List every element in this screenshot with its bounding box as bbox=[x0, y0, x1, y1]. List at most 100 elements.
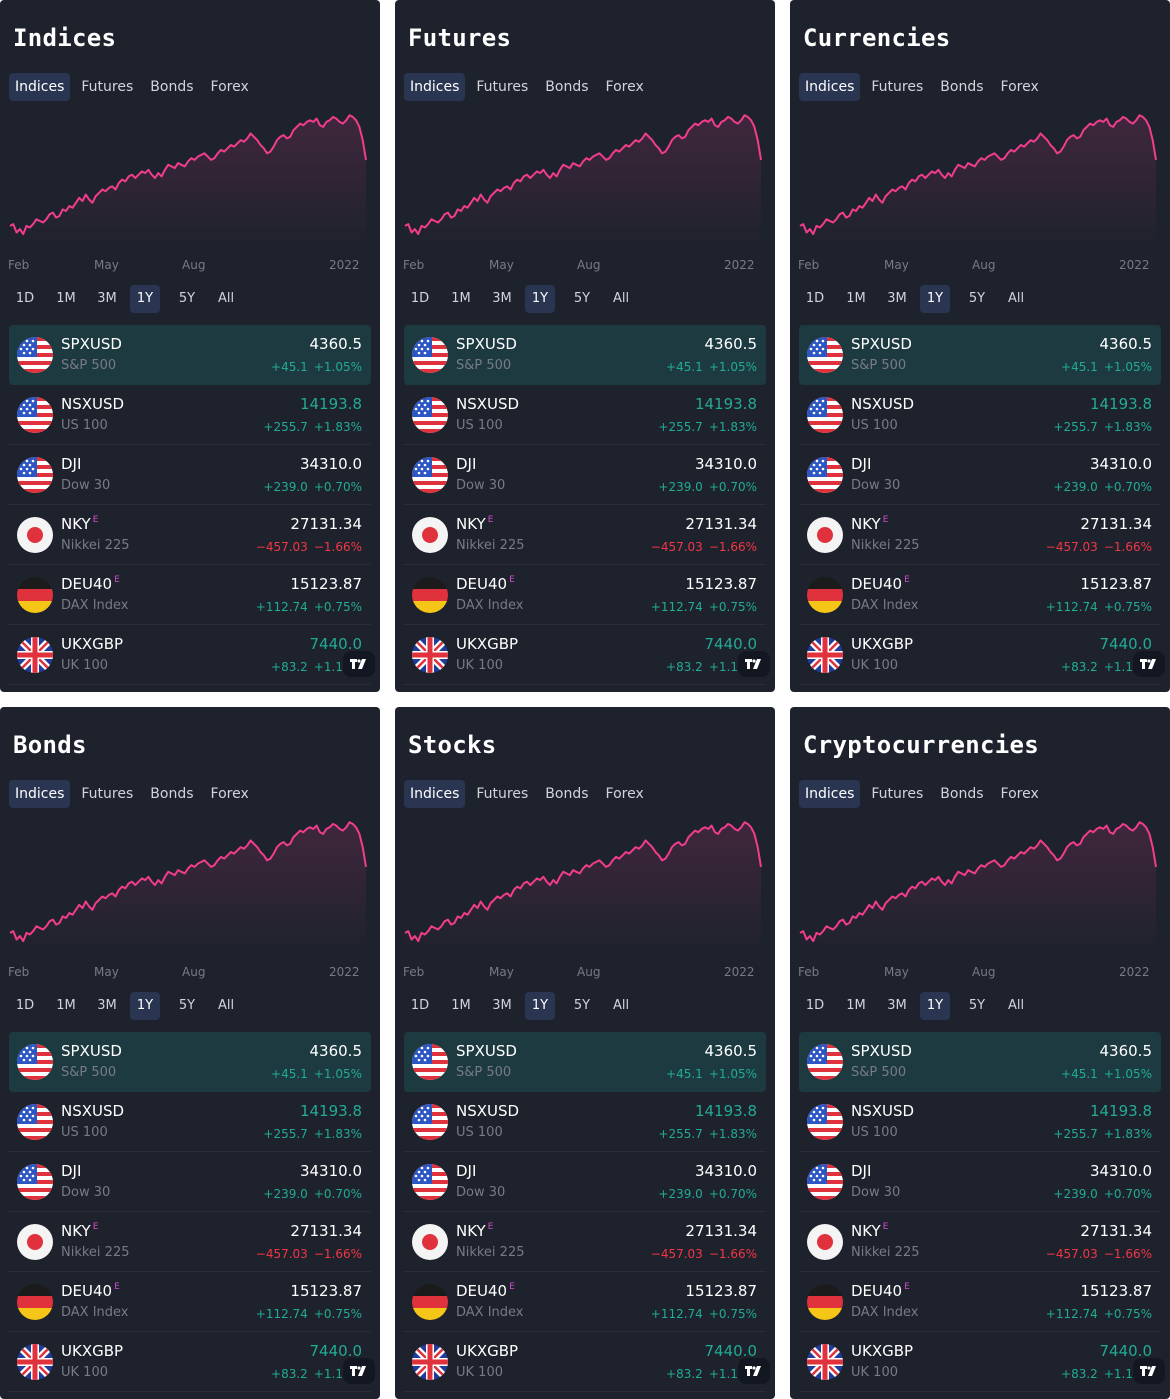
symbol-row-nsxusd[interactable]: NSXUSD US 100 14193.8 +255.7 +1.83% bbox=[9, 1092, 371, 1152]
range-5y-button[interactable]: 5Y bbox=[174, 992, 200, 1020]
symbol-row-nsxusd[interactable]: NSXUSD US 100 14193.8 +255.7 +1.83% bbox=[404, 385, 766, 445]
symbol-row-ukxgbp[interactable]: UKXGBP UK 100 7440.0 +83.2 +1.13% bbox=[9, 1332, 371, 1392]
range-3m-button[interactable]: 3M bbox=[489, 285, 515, 313]
tab-futures[interactable]: Futures bbox=[75, 780, 139, 808]
tab-futures[interactable]: Futures bbox=[470, 73, 534, 101]
symbol-row-nky[interactable]: NKY E Nikkei 225 27131.34 −457.03 −1.66% bbox=[404, 1212, 766, 1272]
tab-futures[interactable]: Futures bbox=[865, 73, 929, 101]
symbol-row-ukxgbp[interactable]: UKXGBP UK 100 7440.0 +83.2 +1.13% bbox=[9, 625, 371, 685]
symbol-row-deu40[interactable]: DEU40 E DAX Index 15123.87 +112.74 +0.75% bbox=[799, 565, 1161, 625]
tab-forex[interactable]: Forex bbox=[205, 780, 255, 808]
symbol-row-ukxgbp[interactable]: UKXGBP UK 100 7440.0 +83.2 +1.13% bbox=[404, 1332, 766, 1392]
tab-bonds[interactable]: Bonds bbox=[539, 73, 594, 101]
range-5y-button[interactable]: 5Y bbox=[569, 992, 595, 1020]
symbol-row-deu40[interactable]: DEU40 E DAX Index 15123.87 +112.74 +0.75% bbox=[9, 565, 371, 625]
symbol-row-dji[interactable]: DJI Dow 30 34310.0 +239.0 +0.70% bbox=[404, 1152, 766, 1212]
range-all-button[interactable]: All bbox=[609, 992, 633, 1020]
range-3m-button[interactable]: 3M bbox=[94, 285, 120, 313]
tab-indices[interactable]: Indices bbox=[9, 73, 71, 101]
range-1d-button[interactable]: 1D bbox=[803, 285, 827, 313]
tab-indices[interactable]: Indices bbox=[404, 73, 466, 101]
symbol-row-dji[interactable]: DJI Dow 30 34310.0 +239.0 +0.70% bbox=[799, 1152, 1161, 1212]
range-1y-button[interactable]: 1Y bbox=[920, 992, 950, 1020]
range-5y-button[interactable]: 5Y bbox=[964, 992, 990, 1020]
symbol-row-nky[interactable]: NKY E Nikkei 225 27131.34 −457.03 −1.66% bbox=[9, 505, 371, 565]
symbol-row-nky[interactable]: NKY E Nikkei 225 27131.34 −457.03 −1.66% bbox=[799, 505, 1161, 565]
range-1d-button[interactable]: 1D bbox=[13, 285, 37, 313]
symbol-row-dji[interactable]: DJI Dow 30 34310.0 +239.0 +0.70% bbox=[9, 445, 371, 505]
symbol-row-spxusd[interactable]: SPXUSD S&P 500 4360.5 +45.1 +1.05% bbox=[404, 325, 766, 385]
symbol-row-nsxusd[interactable]: NSXUSD US 100 14193.8 +255.7 +1.83% bbox=[799, 385, 1161, 445]
range-all-button[interactable]: All bbox=[1004, 285, 1028, 313]
tradingview-logo-icon[interactable] bbox=[738, 1358, 770, 1384]
range-3m-button[interactable]: 3M bbox=[884, 285, 910, 313]
tab-forex[interactable]: Forex bbox=[600, 73, 650, 101]
symbol-row-nsxusd[interactable]: NSXUSD US 100 14193.8 +255.7 +1.83% bbox=[799, 1092, 1161, 1152]
range-3m-button[interactable]: 3M bbox=[489, 992, 515, 1020]
tab-futures[interactable]: Futures bbox=[865, 780, 929, 808]
symbol-row-nky[interactable]: NKY E Nikkei 225 27131.34 −457.03 −1.66% bbox=[404, 505, 766, 565]
symbol-row-ukxgbp[interactable]: UKXGBP UK 100 7440.0 +83.2 +1.13% bbox=[799, 1332, 1161, 1392]
tab-bonds[interactable]: Bonds bbox=[934, 780, 989, 808]
symbol-row-deu40[interactable]: DEU40 E DAX Index 15123.87 +112.74 +0.75% bbox=[404, 1272, 766, 1332]
symbol-row-ukxgbp[interactable]: UKXGBP UK 100 7440.0 +83.2 +1.13% bbox=[404, 625, 766, 685]
tab-futures[interactable]: Futures bbox=[75, 73, 139, 101]
symbol-row-deu40[interactable]: DEU40 E DAX Index 15123.87 +112.74 +0.75% bbox=[404, 565, 766, 625]
range-all-button[interactable]: All bbox=[214, 992, 238, 1020]
tab-forex[interactable]: Forex bbox=[995, 780, 1045, 808]
range-1m-button[interactable]: 1M bbox=[448, 992, 474, 1020]
range-all-button[interactable]: All bbox=[1004, 992, 1028, 1020]
tab-indices[interactable]: Indices bbox=[9, 780, 71, 808]
range-5y-button[interactable]: 5Y bbox=[569, 285, 595, 313]
symbol-row-ukxgbp[interactable]: UKXGBP UK 100 7440.0 +83.2 +1.13% bbox=[799, 625, 1161, 685]
range-1m-button[interactable]: 1M bbox=[53, 285, 79, 313]
tab-forex[interactable]: Forex bbox=[995, 73, 1045, 101]
symbol-row-nsxusd[interactable]: NSXUSD US 100 14193.8 +255.7 +1.83% bbox=[9, 385, 371, 445]
symbol-row-spxusd[interactable]: SPXUSD S&P 500 4360.5 +45.1 +1.05% bbox=[404, 1032, 766, 1092]
tab-futures[interactable]: Futures bbox=[470, 780, 534, 808]
tab-indices[interactable]: Indices bbox=[404, 780, 466, 808]
tab-forex[interactable]: Forex bbox=[205, 73, 255, 101]
range-1y-button[interactable]: 1Y bbox=[525, 992, 555, 1020]
range-5y-button[interactable]: 5Y bbox=[964, 285, 990, 313]
range-1d-button[interactable]: 1D bbox=[13, 992, 37, 1020]
range-1m-button[interactable]: 1M bbox=[53, 992, 79, 1020]
range-1m-button[interactable]: 1M bbox=[843, 285, 869, 313]
range-1d-button[interactable]: 1D bbox=[408, 992, 432, 1020]
symbol-row-nsxusd[interactable]: NSXUSD US 100 14193.8 +255.7 +1.83% bbox=[404, 1092, 766, 1152]
tradingview-logo-icon[interactable] bbox=[343, 1358, 375, 1384]
symbol-row-spxusd[interactable]: SPXUSD S&P 500 4360.5 +45.1 +1.05% bbox=[799, 1032, 1161, 1092]
range-all-button[interactable]: All bbox=[214, 285, 238, 313]
range-1y-button[interactable]: 1Y bbox=[130, 285, 160, 313]
range-3m-button[interactable]: 3M bbox=[884, 992, 910, 1020]
symbol-row-dji[interactable]: DJI Dow 30 34310.0 +239.0 +0.70% bbox=[404, 445, 766, 505]
tradingview-logo-icon[interactable] bbox=[738, 651, 770, 677]
range-5y-button[interactable]: 5Y bbox=[174, 285, 200, 313]
symbol-row-nky[interactable]: NKY E Nikkei 225 27131.34 −457.03 −1.66% bbox=[9, 1212, 371, 1272]
symbol-row-spxusd[interactable]: SPXUSD S&P 500 4360.5 +45.1 +1.05% bbox=[9, 325, 371, 385]
symbol-row-deu40[interactable]: DEU40 E DAX Index 15123.87 +112.74 +0.75% bbox=[9, 1272, 371, 1332]
symbol-row-dji[interactable]: DJI Dow 30 34310.0 +239.0 +0.70% bbox=[799, 445, 1161, 505]
symbol-row-deu40[interactable]: DEU40 E DAX Index 15123.87 +112.74 +0.75% bbox=[799, 1272, 1161, 1332]
symbol-row-spxusd[interactable]: SPXUSD S&P 500 4360.5 +45.1 +1.05% bbox=[9, 1032, 371, 1092]
tab-bonds[interactable]: Bonds bbox=[144, 73, 199, 101]
tab-bonds[interactable]: Bonds bbox=[934, 73, 989, 101]
range-1d-button[interactable]: 1D bbox=[408, 285, 432, 313]
range-1y-button[interactable]: 1Y bbox=[130, 992, 160, 1020]
tradingview-logo-icon[interactable] bbox=[1133, 651, 1165, 677]
range-1y-button[interactable]: 1Y bbox=[920, 285, 950, 313]
symbol-row-nky[interactable]: NKY E Nikkei 225 27131.34 −457.03 −1.66% bbox=[799, 1212, 1161, 1272]
symbol-row-dji[interactable]: DJI Dow 30 34310.0 +239.0 +0.70% bbox=[9, 1152, 371, 1212]
range-1y-button[interactable]: 1Y bbox=[525, 285, 555, 313]
range-1m-button[interactable]: 1M bbox=[843, 992, 869, 1020]
tab-indices[interactable]: Indices bbox=[799, 73, 861, 101]
tab-forex[interactable]: Forex bbox=[600, 780, 650, 808]
tradingview-logo-icon[interactable] bbox=[343, 651, 375, 677]
symbol-row-spxusd[interactable]: SPXUSD S&P 500 4360.5 +45.1 +1.05% bbox=[799, 325, 1161, 385]
range-all-button[interactable]: All bbox=[609, 285, 633, 313]
tab-bonds[interactable]: Bonds bbox=[144, 780, 199, 808]
range-1d-button[interactable]: 1D bbox=[803, 992, 827, 1020]
tradingview-logo-icon[interactable] bbox=[1133, 1358, 1165, 1384]
tab-indices[interactable]: Indices bbox=[799, 780, 861, 808]
range-3m-button[interactable]: 3M bbox=[94, 992, 120, 1020]
